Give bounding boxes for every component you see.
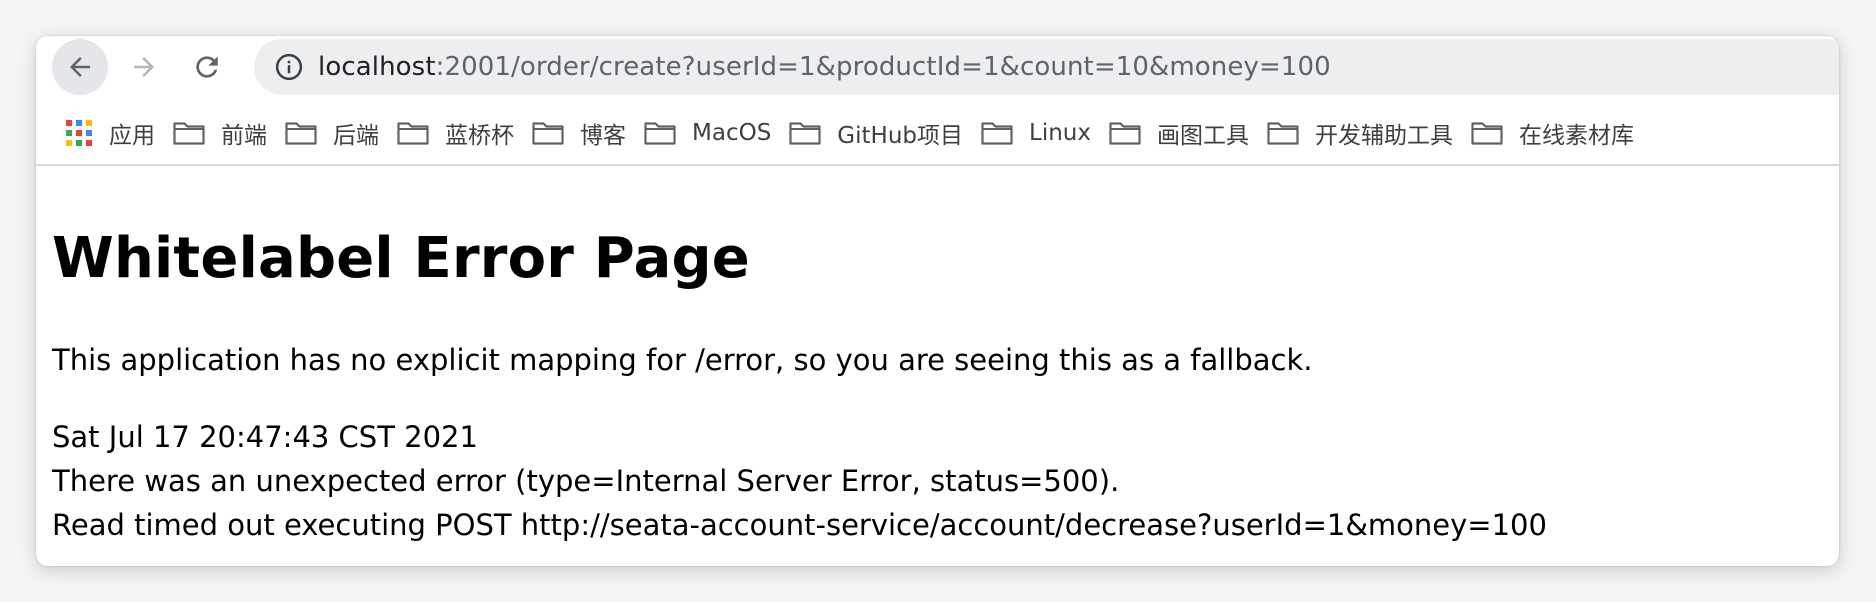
folder-icon xyxy=(1471,122,1503,145)
back-button[interactable] xyxy=(52,39,108,95)
bookmarks-bar: 应用 前端 后端 蓝桥杯 博客 MacOS GitHub项目 Linux 画图工… xyxy=(36,102,1839,166)
address-bar[interactable]: localhost:2001/order/create?userId=1&pro… xyxy=(254,39,1839,95)
folder-icon xyxy=(981,122,1013,145)
folder-icon xyxy=(173,122,205,145)
bookmark-label: GitHub项目 xyxy=(837,123,963,149)
bookmark-label: 蓝桥杯 xyxy=(445,123,514,149)
bookmark-label: 前端 xyxy=(221,123,267,149)
bookmark-label: 博客 xyxy=(580,123,626,149)
folder-icon xyxy=(397,122,429,145)
bookmark-label: MacOS xyxy=(692,120,772,146)
apps-grid-icon xyxy=(66,120,92,146)
forward-button[interactable] xyxy=(116,39,172,95)
browser-window: localhost:2001/order/create?userId=1&pro… xyxy=(36,36,1839,566)
reload-button[interactable] xyxy=(179,39,235,95)
bookmark-label: 后端 xyxy=(333,123,379,149)
arrow-right-icon xyxy=(134,57,154,77)
bookmark-folder[interactable]: Linux xyxy=(972,113,1100,153)
page-content: Whitelabel Error Page This application h… xyxy=(52,226,1822,547)
bookmark-folder[interactable]: 博客 xyxy=(523,113,635,153)
bookmark-folder[interactable]: 蓝桥杯 xyxy=(388,113,523,153)
bookmark-folder[interactable]: MacOS xyxy=(635,113,780,153)
error-explanation: This application has no explicit mapping… xyxy=(52,343,1313,377)
url-text[interactable]: localhost:2001/order/create?userId=1&pro… xyxy=(318,52,1331,82)
bookmark-label: Linux xyxy=(1029,120,1091,146)
folder-icon xyxy=(644,122,676,145)
bookmark-folder[interactable]: 开发辅助工具 xyxy=(1258,113,1462,153)
folder-icon xyxy=(1109,122,1141,145)
error-status: There was an unexpected error (type=Inte… xyxy=(52,464,1120,498)
folder-icon xyxy=(789,122,821,145)
error-detail: Read timed out executing POST http://sea… xyxy=(52,508,1547,542)
info-circle-icon[interactable] xyxy=(274,52,304,82)
bookmark-label: 在线素材库 xyxy=(1518,123,1634,149)
page-title: Whitelabel Error Page xyxy=(52,226,750,291)
error-timestamp: Sat Jul 17 20:47:43 CST 2021 xyxy=(52,420,478,454)
bookmark-folder[interactable]: 在线素材库 xyxy=(1462,113,1643,153)
browser-toolbar: localhost:2001/order/create?userId=1&pro… xyxy=(36,36,1839,96)
bookmark-folder[interactable]: 画图工具 xyxy=(1100,113,1258,153)
bookmark-apps[interactable]: 应用 xyxy=(56,113,164,153)
reload-icon xyxy=(196,56,218,78)
url-path: :2001/order/create?userId=1&productId=1&… xyxy=(435,52,1331,82)
folder-icon xyxy=(1267,122,1299,145)
arrow-left-icon xyxy=(70,57,90,77)
bookmark-folder[interactable]: 后端 xyxy=(276,113,388,153)
bookmark-folder[interactable]: GitHub项目 xyxy=(780,113,972,153)
bookmark-folder[interactable]: 前端 xyxy=(164,113,276,153)
bookmark-label: 开发辅助工具 xyxy=(1314,123,1453,149)
folder-icon xyxy=(532,122,564,145)
bookmark-label: 画图工具 xyxy=(1156,123,1249,149)
folder-icon xyxy=(285,122,317,145)
error-details: Sat Jul 17 20:47:43 CST 2021 There was a… xyxy=(52,415,1822,547)
bookmark-label: 应用 xyxy=(109,123,155,149)
url-host: localhost xyxy=(318,52,436,82)
